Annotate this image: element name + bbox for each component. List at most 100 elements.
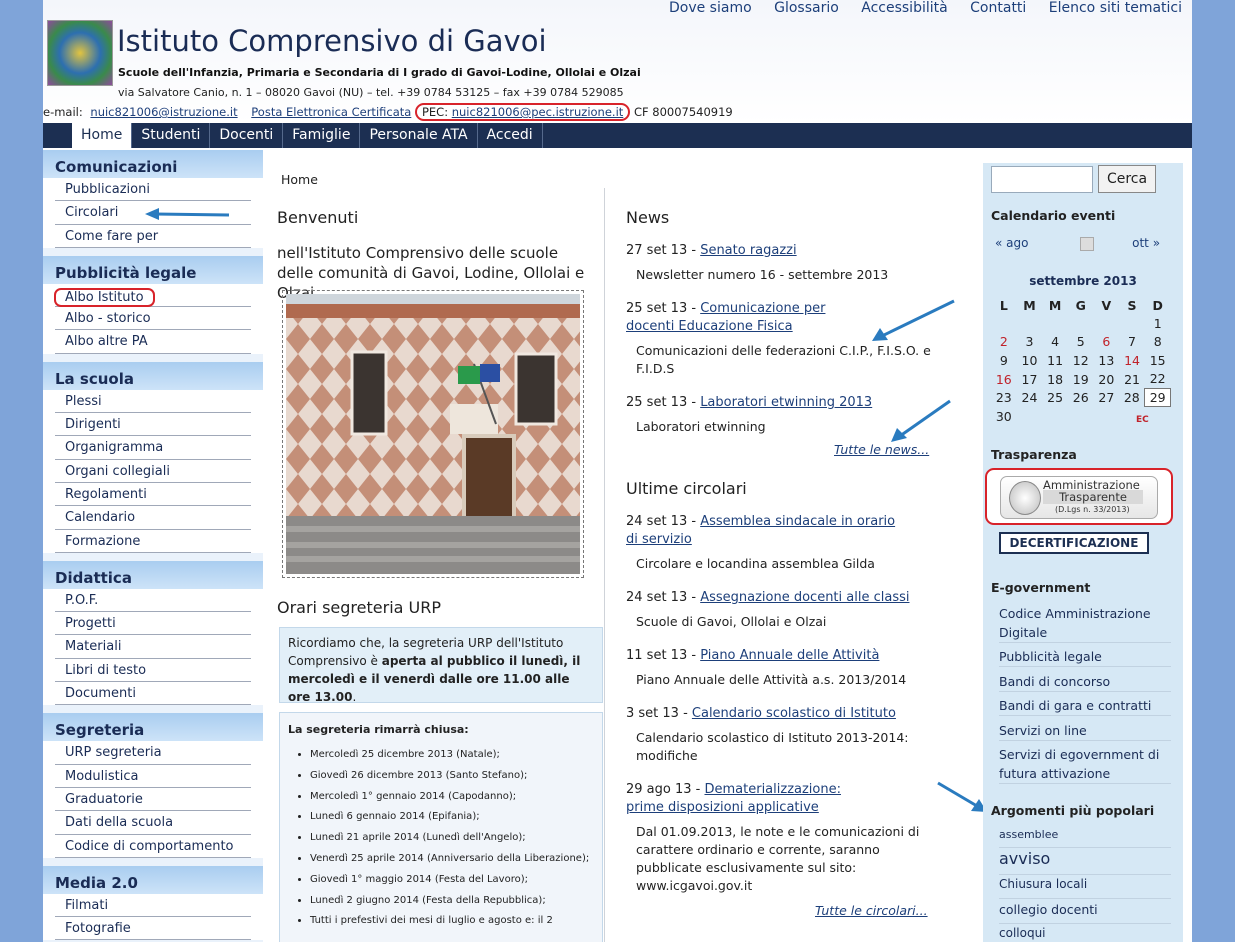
sidebar-item-graduatorie[interactable]: Graduatorie — [55, 788, 251, 812]
calendar-grid: L M M G V S D 1 2 3 4 5 6 7 8 9 10 11 12 13 14 15 16 17 18 19 20 21… — [991, 296, 1171, 426]
all-circolari-link[interactable]: Tutte le circolari... — [815, 903, 928, 918]
topic-tag[interactable]: collegio docenti — [999, 902, 1171, 924]
calendar-day[interactable]: 1 — [1145, 314, 1171, 333]
calendar-day[interactable]: 11 — [1042, 351, 1068, 370]
decertificazione-button[interactable]: DECERTIFICAZIONE — [999, 532, 1149, 554]
sidebar-item-pubblicazioni[interactable]: Pubblicazioni — [55, 178, 251, 202]
calendar-day[interactable]: 24 — [1017, 388, 1043, 407]
email-link[interactable]: nuic821006@istruzione.it — [90, 105, 237, 119]
calendar-day[interactable]: 21 — [1119, 370, 1145, 389]
sidebar-item-modulistica[interactable]: Modulistica — [55, 765, 251, 788]
circolare-link[interactable]: Assegnazione docenti alle classi — [700, 590, 909, 605]
nav-docenti[interactable]: Docenti — [210, 123, 284, 148]
calendar-day[interactable]: 20 — [1094, 370, 1120, 389]
sidebar-item-fotografie[interactable]: Fotografie — [55, 917, 251, 941]
top-link-siti-tematici[interactable]: Elenco siti tematici — [1049, 0, 1182, 16]
egov-link[interactable]: Servizi di egovernment di futura attivaz… — [999, 745, 1171, 784]
topic-tag[interactable]: Chiusura locali — [999, 877, 1171, 899]
calendar-day[interactable]: 15 — [1145, 351, 1171, 370]
calendar-day[interactable]: 7 — [1119, 333, 1145, 352]
nav-personale-ata[interactable]: Personale ATA — [360, 123, 478, 148]
egov-link[interactable]: Servizi on line — [999, 721, 1171, 741]
top-link-glossario[interactable]: Glossario — [774, 0, 839, 16]
calendar-prev[interactable]: « ago — [995, 236, 1028, 250]
sidebar-item-urp-segreteria[interactable]: URP segreteria — [55, 741, 251, 765]
calendar-day[interactable]: 13 — [1094, 351, 1120, 370]
circolare-link[interactable]: Calendario scolastico di Istituto — [692, 706, 896, 721]
sidebar-item-materiali[interactable]: Materiali — [55, 635, 251, 659]
egov-link[interactable]: Pubblicità legale — [999, 647, 1171, 667]
calendar-day[interactable]: 16 — [991, 370, 1017, 389]
sidebar-item-organi-collegiali[interactable]: Organi collegiali — [55, 460, 251, 483]
calendar-day[interactable]: 8 — [1145, 333, 1171, 352]
topic-tag[interactable]: colloqui — [999, 926, 1171, 942]
sidebar-item-formazione[interactable]: Formazione — [55, 530, 251, 553]
news-link[interactable]: Senato ragazzi — [700, 243, 796, 258]
calendar-day[interactable]: 30 — [991, 407, 1017, 426]
news-link[interactable]: Laboratori etwinning 2013 — [700, 395, 872, 410]
school-logo[interactable] — [47, 20, 113, 86]
egov-link[interactable]: Bandi di gara e contratti — [999, 696, 1171, 716]
amministrazione-trasparente-button[interactable]: Amministrazione Trasparente (D.Lgs n. 33… — [1000, 476, 1158, 519]
site-title[interactable]: Istituto Comprensivo di Gavoi — [117, 24, 547, 58]
calendar-day[interactable]: 23 — [991, 388, 1017, 407]
sidebar-item-progetti[interactable]: Progetti — [55, 612, 251, 636]
calendar-day[interactable]: 17 — [1017, 370, 1043, 389]
all-news-link[interactable]: Tutte le news... — [834, 442, 929, 457]
egov-link[interactable]: Bandi di concorso — [999, 672, 1171, 692]
calendar-day[interactable]: 28 — [1119, 388, 1145, 407]
sidebar-item-plessi[interactable]: Plessi — [55, 390, 251, 414]
sidebar-item-libri-di-testo[interactable]: Libri di testo — [55, 659, 251, 683]
sidebar-item-codice-comportamento[interactable]: Codice di comportamento — [55, 835, 251, 858]
topic-tag[interactable]: avviso — [999, 849, 1171, 875]
calendar-day[interactable]: 12 — [1068, 351, 1094, 370]
pec-email-link[interactable]: nuic821006@pec.istruzione.it — [452, 105, 624, 119]
sidebar-item-come-fare[interactable]: Come fare per — [55, 225, 251, 248]
calendar-day[interactable]: 19 — [1068, 370, 1094, 389]
calendar-ec[interactable]: EC — [1136, 415, 1149, 425]
breadcrumb[interactable]: Home — [281, 172, 318, 187]
sidebar-item-pof[interactable]: P.O.F. — [55, 589, 251, 613]
nav-home[interactable]: Home — [72, 123, 133, 148]
sidebar-item-calendario[interactable]: Calendario — [55, 506, 251, 530]
sidebar-item-filmati[interactable]: Filmati — [55, 894, 251, 918]
sidebar-item-organigramma[interactable]: Organigramma — [55, 436, 251, 460]
search-button[interactable]: Cerca — [1098, 165, 1156, 193]
news-summary: Newsletter numero 16 - settembre 2013 — [636, 267, 889, 282]
calendar-day[interactable]: 29 — [1144, 387, 1171, 408]
calendar-next[interactable]: ott » — [1132, 236, 1160, 250]
nav-accedi[interactable]: Accedi — [478, 123, 543, 148]
calendar-day[interactable]: 6 — [1094, 333, 1120, 352]
calendar-day[interactable]: 27 — [1094, 388, 1120, 407]
nav-famiglie[interactable]: Famiglie — [283, 123, 361, 148]
sidebar-item-albo-altre-pa[interactable]: Albo altre PA — [55, 330, 251, 354]
topic-tag[interactable]: assemblee — [999, 828, 1171, 848]
pec-label: PEC: — [421, 105, 449, 119]
egov-link[interactable]: Codice Amministrazione Digitale — [999, 604, 1171, 643]
calendar-day[interactable]: 4 — [1042, 333, 1068, 352]
calendar-day[interactable]: 22 — [1145, 370, 1171, 389]
sidebar-item-dati-scuola[interactable]: Dati della scuola — [55, 811, 251, 835]
top-link-accessibilita[interactable]: Accessibilità — [861, 0, 947, 16]
calendar-day[interactable]: 14 — [1119, 351, 1145, 370]
calendar-day[interactable]: 9 — [991, 351, 1017, 370]
calendar-day[interactable]: 25 — [1042, 388, 1068, 407]
search-input[interactable] — [991, 166, 1093, 193]
calendar-day[interactable]: 18 — [1042, 370, 1068, 389]
calendar-day[interactable]: 2 — [991, 333, 1017, 352]
top-link-dove-siamo[interactable]: Dove siamo — [669, 0, 752, 16]
rss-icon[interactable] — [1080, 236, 1095, 251]
sidebar-item-albo-istituto[interactable]: Albo Istituto — [54, 284, 251, 308]
sidebar-item-dirigenti[interactable]: Dirigenti — [55, 413, 251, 437]
pec-page-link[interactable]: Posta Elettronica Certificata — [251, 105, 411, 119]
calendar-day[interactable]: 10 — [1017, 351, 1043, 370]
sidebar-item-regolamenti[interactable]: Regolamenti — [55, 483, 251, 507]
nav-studenti[interactable]: Studenti — [132, 123, 211, 148]
top-link-contatti[interactable]: Contatti — [970, 0, 1026, 16]
sidebar-item-documenti[interactable]: Documenti — [55, 682, 251, 706]
calendar-day[interactable]: 26 — [1068, 388, 1094, 407]
calendar-day[interactable]: 5 — [1068, 333, 1094, 352]
sidebar-item-albo-storico[interactable]: Albo - storico — [55, 307, 251, 331]
circolare-link[interactable]: Piano Annuale delle Attività — [700, 648, 879, 663]
calendar-day[interactable]: 3 — [1017, 333, 1043, 352]
